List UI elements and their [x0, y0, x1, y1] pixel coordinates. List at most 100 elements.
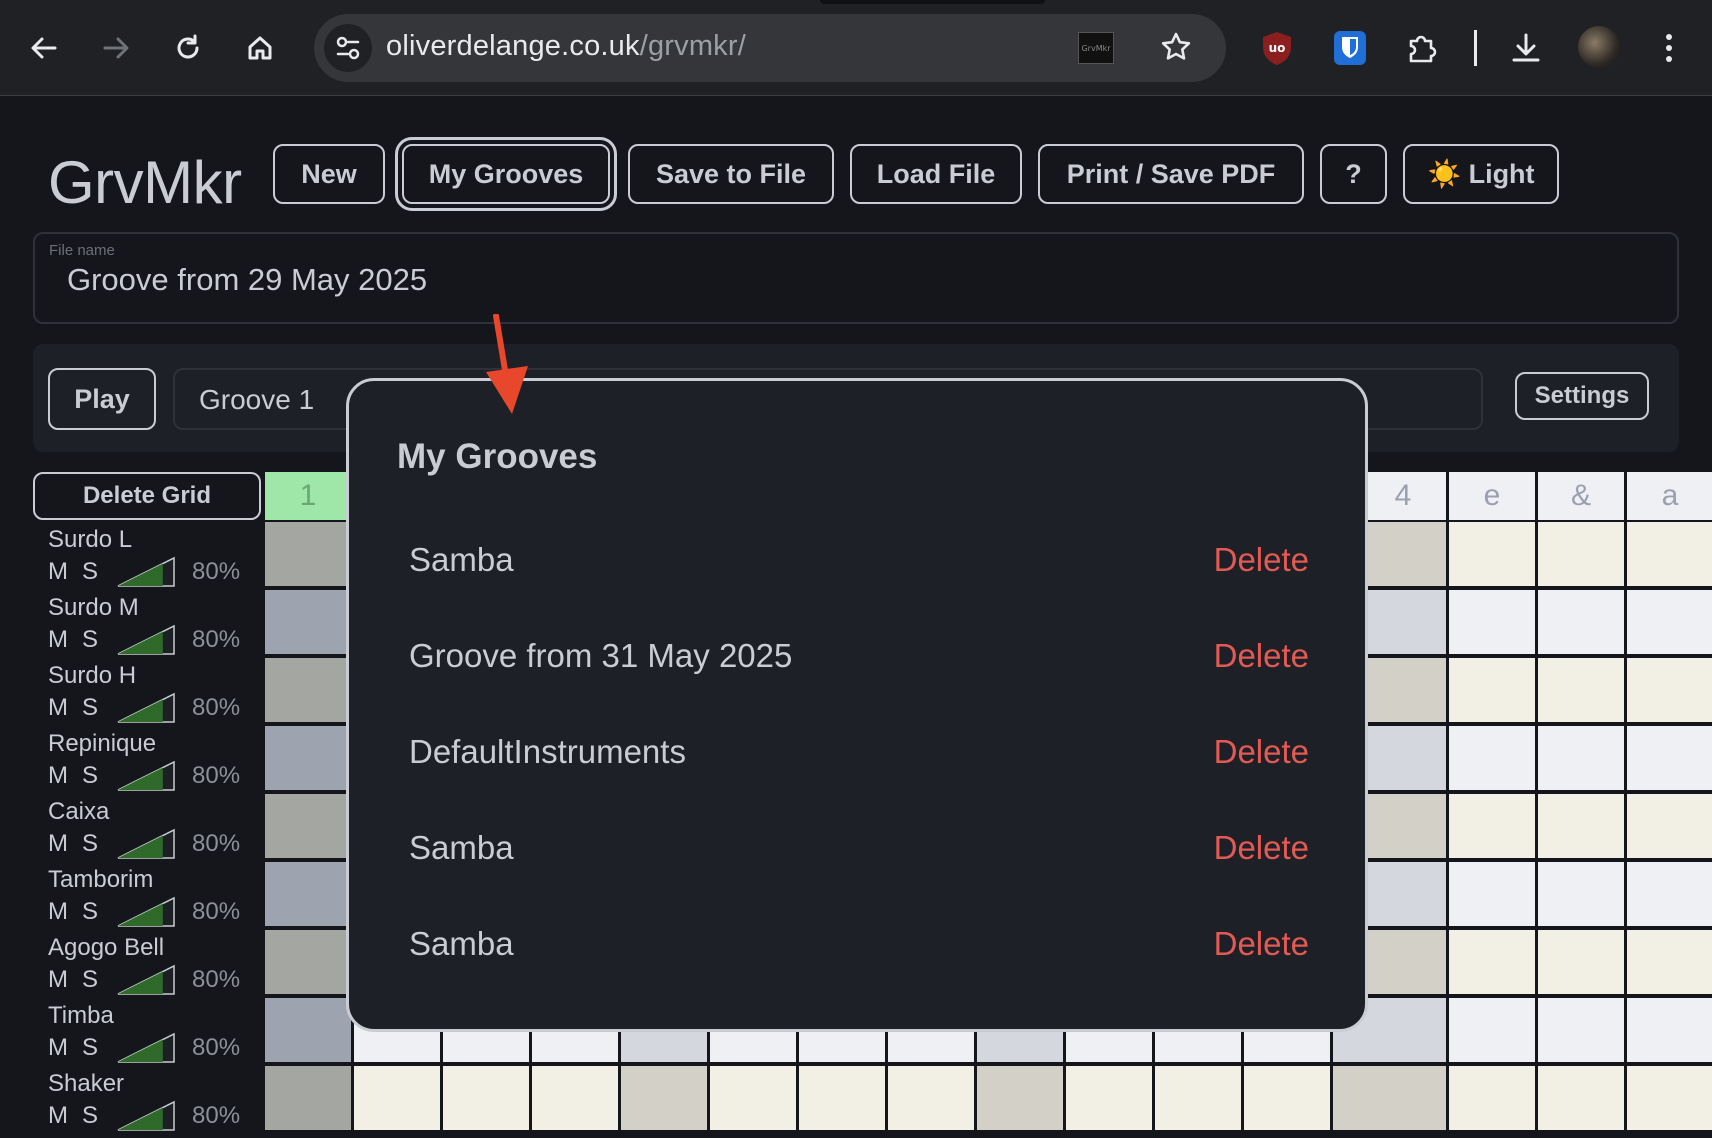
grid-cell[interactable] — [1627, 794, 1712, 858]
instrument-name[interactable]: Repinique — [48, 730, 156, 758]
volume-slider[interactable] — [116, 964, 176, 996]
volume-slider[interactable] — [116, 1100, 176, 1132]
downloads-button[interactable] — [1502, 24, 1550, 72]
groove-list-item[interactable]: Groove from 31 May 2025 Delete — [409, 625, 1309, 685]
mute-toggle[interactable]: M — [48, 694, 68, 722]
grid-cell[interactable] — [1627, 1066, 1712, 1130]
volume-slider[interactable] — [116, 760, 176, 792]
grid-cell[interactable] — [1627, 522, 1712, 586]
grid-cell[interactable] — [1627, 590, 1712, 654]
grid-cell[interactable] — [1449, 794, 1535, 858]
page-thumbnail-icon[interactable]: GrvMkr — [1078, 32, 1114, 64]
grid-cell[interactable] — [977, 1066, 1063, 1130]
mute-toggle[interactable]: M — [48, 558, 68, 586]
mute-toggle[interactable]: M — [48, 830, 68, 858]
mute-toggle[interactable]: M — [48, 762, 68, 790]
my-grooves-button[interactable]: My Grooves — [395, 137, 617, 211]
volume-slider[interactable] — [116, 624, 176, 656]
profile-avatar[interactable] — [1578, 26, 1620, 68]
grid-cell[interactable] — [621, 1066, 707, 1130]
volume-slider[interactable] — [116, 692, 176, 724]
bitwarden-extension-button[interactable] — [1326, 24, 1374, 72]
grid-cell[interactable] — [1627, 726, 1712, 790]
delete-grid-button[interactable]: Delete Grid — [33, 472, 261, 520]
instrument-name[interactable]: Timba — [48, 1002, 114, 1030]
grid-cell[interactable] — [265, 930, 351, 994]
solo-toggle[interactable]: S — [82, 694, 98, 722]
reload-button[interactable] — [164, 24, 212, 72]
grid-cell[interactable] — [1627, 862, 1712, 926]
grid-cell[interactable] — [443, 1066, 529, 1130]
volume-slider[interactable] — [116, 556, 176, 588]
grid-cell[interactable] — [1538, 930, 1624, 994]
grid-cell[interactable] — [1538, 794, 1624, 858]
delete-groove-button[interactable]: Delete — [1214, 541, 1309, 579]
groove-item-name[interactable]: Samba — [409, 925, 514, 963]
grid-cell[interactable] — [1360, 726, 1446, 790]
grid-cell[interactable] — [1538, 522, 1624, 586]
site-info-button[interactable] — [324, 24, 372, 72]
groove-list-item[interactable]: Samba Delete — [409, 817, 1309, 877]
grid-cell[interactable] — [1538, 862, 1624, 926]
file-name-value[interactable]: Groove from 29 May 2025 — [67, 262, 427, 298]
address-bar[interactable]: oliverdelange.co.uk/grvmkr/ GrvMkr — [314, 14, 1226, 82]
grid-cell[interactable] — [265, 726, 351, 790]
help-button[interactable]: ? — [1320, 144, 1387, 204]
groove-item-name[interactable]: Groove from 31 May 2025 — [409, 637, 792, 675]
grid-cell[interactable] — [265, 1066, 351, 1130]
grid-cell[interactable] — [1538, 590, 1624, 654]
groove-item-name[interactable]: Samba — [409, 829, 514, 867]
grid-cell[interactable] — [1449, 726, 1535, 790]
instrument-name[interactable]: Shaker — [48, 1070, 124, 1098]
browser-menu-button[interactable] — [1645, 24, 1693, 72]
load-file-button[interactable]: Load File — [850, 144, 1022, 204]
grid-cell[interactable] — [1360, 658, 1446, 722]
mute-toggle[interactable]: M — [48, 1034, 68, 1062]
grid-cell[interactable] — [1449, 1066, 1535, 1130]
grid-cell[interactable] — [1538, 658, 1624, 722]
groove-list-item[interactable]: Samba Delete — [409, 529, 1309, 589]
home-button[interactable] — [236, 24, 284, 72]
settings-button[interactable]: Settings — [1515, 372, 1649, 420]
groove-list-item[interactable]: Samba Delete — [409, 913, 1309, 973]
mute-toggle[interactable]: M — [48, 898, 68, 926]
play-button[interactable]: Play — [48, 368, 156, 430]
grid-cell[interactable] — [1360, 522, 1446, 586]
grid-cell[interactable] — [799, 1066, 885, 1130]
file-name-field[interactable]: File name Groove from 29 May 2025 — [33, 232, 1679, 324]
solo-toggle[interactable]: S — [82, 966, 98, 994]
solo-toggle[interactable]: S — [82, 558, 98, 586]
save-to-file-button[interactable]: Save to File — [628, 144, 834, 204]
instrument-name[interactable]: Surdo L — [48, 526, 132, 554]
grid-cell[interactable] — [1449, 862, 1535, 926]
grid-cell[interactable] — [265, 590, 351, 654]
grid-cell[interactable] — [1244, 1066, 1330, 1130]
grid-cell[interactable] — [532, 1066, 618, 1130]
grid-cell[interactable] — [1538, 726, 1624, 790]
instrument-name[interactable]: Caixa — [48, 798, 109, 826]
grid-cell[interactable] — [1627, 998, 1712, 1062]
grid-cell[interactable] — [1449, 658, 1535, 722]
grid-cell[interactable] — [1449, 522, 1535, 586]
back-button[interactable] — [20, 24, 68, 72]
bookmark-star-button[interactable] — [1159, 30, 1193, 69]
grid-cell[interactable] — [1333, 1066, 1419, 1130]
grid-cell[interactable] — [1066, 1066, 1152, 1130]
groove-item-name[interactable]: Samba — [409, 541, 514, 579]
delete-groove-button[interactable]: Delete — [1214, 733, 1309, 771]
new-button[interactable]: New — [273, 144, 385, 204]
print-save-pdf-button[interactable]: Print / Save PDF — [1038, 144, 1304, 204]
grid-cell[interactable] — [888, 1066, 974, 1130]
grid-cell[interactable] — [1360, 794, 1446, 858]
grid-cell[interactable] — [265, 658, 351, 722]
instrument-name[interactable]: Tamborim — [48, 866, 153, 894]
grid-cell[interactable] — [1627, 930, 1712, 994]
groove-item-name[interactable]: DefaultInstruments — [409, 733, 686, 771]
volume-slider[interactable] — [116, 1032, 176, 1064]
solo-toggle[interactable]: S — [82, 830, 98, 858]
instrument-name[interactable]: Surdo H — [48, 662, 136, 690]
grid-cell[interactable] — [1360, 590, 1446, 654]
grid-cell[interactable] — [1449, 998, 1535, 1062]
grid-cell[interactable] — [710, 1066, 796, 1130]
delete-groove-button[interactable]: Delete — [1214, 925, 1309, 963]
